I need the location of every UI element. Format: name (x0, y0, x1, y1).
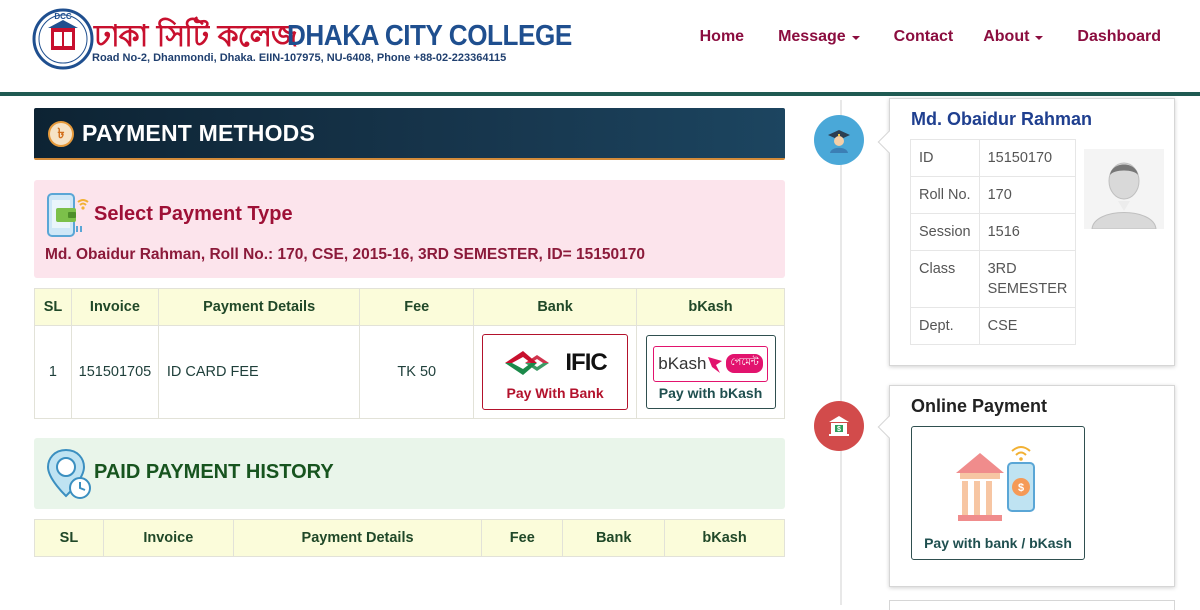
info-label: ID (910, 139, 980, 177)
cell-bank: IFIC Pay With Bank (473, 325, 638, 419)
main-nav: Home Message Contact About Dashboard (700, 28, 1161, 46)
payment-methods-header: ৳ PAYMENT METHODS (34, 108, 785, 160)
payment-methods-title: PAYMENT METHODS (82, 120, 316, 146)
ific-logo-text: IFIC (565, 349, 607, 376)
column-header: Invoice (102, 519, 234, 557)
card-pointer (877, 415, 901, 439)
info-value: 3RD SEMESTER (978, 250, 1077, 308)
chevron-down-icon (1035, 36, 1044, 40)
nav-dashboard[interactable]: Dashboard (1077, 28, 1161, 46)
pay-with-bank-label: Pay With Bank (506, 385, 604, 401)
nav-about[interactable]: About (983, 28, 1044, 46)
svg-text:$: $ (1018, 482, 1024, 494)
nav-message[interactable]: Message (778, 28, 860, 46)
column-header: Fee (481, 519, 564, 557)
nav-home[interactable]: Home (700, 28, 744, 46)
column-header: Bank (562, 519, 666, 557)
card-pointer (877, 130, 901, 154)
info-label: Dept. (910, 307, 980, 345)
select-payment-title: Select Payment Type (94, 203, 293, 225)
student-info-table: ID 15150170 Roll No. 170 Session 1516 Cl… (910, 139, 1077, 345)
column-header: Payment Details (232, 519, 483, 557)
info-row: Class 3RD SEMESTER (910, 250, 1077, 308)
info-row: ID 15150170 (910, 139, 1077, 177)
pay-with-bank-bkash-label: Pay with bank / bKash (924, 535, 1072, 551)
table-row: 1 151501705 ID CARD FEE TK 50 IFIC Pay W… (34, 325, 785, 419)
column-header: Bank (473, 288, 638, 326)
student-profile-card: Md. Obaidur Rahman ID 15150170 Roll No. … (877, 98, 1175, 366)
timeline-student-marker (814, 115, 864, 165)
column-header: SL (34, 519, 104, 557)
bkash-bird-icon (708, 356, 723, 373)
info-value: CSE (978, 307, 1077, 345)
column-header: SL (34, 288, 72, 326)
graduate-icon (828, 130, 850, 153)
online-payment-title: Online Payment (911, 396, 1048, 416)
ific-bank-logo: IFIC (503, 343, 608, 383)
student-name: Md. Obaidur Rahman (911, 109, 1093, 129)
cell-bkash: bKash পেমেন্ট Pay with bKash (636, 325, 785, 419)
nav-message-label: Message (778, 28, 846, 45)
college-logo-icon[interactable]: DCC (32, 8, 94, 70)
bank-mobile-payment-icon: $ (956, 446, 1035, 521)
nav-about-label: About (983, 28, 1030, 45)
table-header-row: SL Invoice Payment Details Fee Bank bKas… (34, 288, 785, 326)
payment-history-title: PAID PAYMENT HISTORY (94, 461, 334, 483)
info-value: 1516 (978, 213, 1077, 251)
select-payment-panel: Select Payment Type Md. Obaidur Rahman, … (34, 180, 785, 278)
pay-with-bkash-label: Pay with bKash (658, 384, 763, 401)
cell-invoice: 151501705 (70, 325, 159, 419)
info-value: 170 (978, 176, 1077, 214)
bank-building-icon: $ (829, 416, 849, 436)
mobile-wallet-icon (47, 193, 89, 237)
avatar (1084, 149, 1164, 229)
chevron-down-icon (851, 36, 860, 40)
column-header: bKash (636, 288, 785, 326)
logo-english-text: DHAKA CITY COLLEGE (287, 20, 572, 52)
site-header: DCC ঢাকা সিটি কলেজ DHAKA CITY COLLEGE Ro… (0, 0, 1200, 96)
payment-history-panel: PAID PAYMENT HISTORY (34, 438, 785, 509)
nav-home-label: Home (699, 28, 745, 45)
info-label: Class (910, 250, 980, 308)
next-card-edge (889, 600, 1175, 610)
cell-fee: TK 50 (359, 325, 475, 419)
pay-with-bank-button[interactable]: IFIC Pay With Bank (482, 334, 629, 410)
column-header: Fee (359, 288, 475, 326)
info-row: Dept. CSE (910, 307, 1077, 345)
student-summary: Md. Obaidur Rahman, Roll No.: 170, CSE, … (45, 246, 645, 263)
cell-sl: 1 (34, 325, 72, 419)
online-payment-card: Online Payment $ Pay with bank / bKash (877, 385, 1175, 587)
logo-address: Road No-2, Dhanmondi, Dhaka. EIIN-107975… (92, 52, 507, 64)
column-header: bKash (664, 519, 785, 557)
logo-badge-text: DCC (54, 12, 72, 21)
bkash-logo: bKash পেমেন্ট (653, 345, 768, 382)
pay-with-bkash-button[interactable]: bKash পেমেন্ট Pay with bKash (645, 335, 776, 409)
location-clock-icon (46, 448, 91, 499)
timeline-line (840, 100, 842, 605)
info-row: Session 1516 (910, 213, 1077, 251)
bkash-payment-bangla: পেমেন্ট (726, 354, 763, 373)
payment-history-table: SL Invoice Payment Details Fee Bank bKas… (34, 519, 785, 557)
pay-with-bank-bkash-button[interactable]: $ Pay with bank / bKash (911, 426, 1085, 560)
nav-contact[interactable]: Contact (894, 28, 954, 46)
info-label: Session (910, 213, 980, 251)
column-header: Payment Details (157, 288, 361, 326)
info-label: Roll No. (910, 176, 980, 214)
nav-contact-label: Contact (893, 28, 954, 45)
info-row: Roll No. 170 (910, 176, 1077, 214)
cell-details: ID CARD FEE (157, 325, 361, 419)
column-header: Invoice (70, 288, 159, 326)
taka-coin-icon: ৳ (48, 121, 74, 147)
ific-logo-icon (505, 351, 550, 375)
nav-dashboard-label: Dashboard (1077, 28, 1161, 45)
svg-text:$: $ (837, 426, 841, 433)
timeline-payment-marker: $ (814, 401, 864, 451)
table-header-row: SL Invoice Payment Details Fee Bank bKas… (34, 519, 785, 557)
info-value: 15150170 (978, 139, 1077, 177)
payment-table: SL Invoice Payment Details Fee Bank bKas… (34, 288, 785, 419)
bkash-logo-text: bKash (658, 353, 707, 373)
